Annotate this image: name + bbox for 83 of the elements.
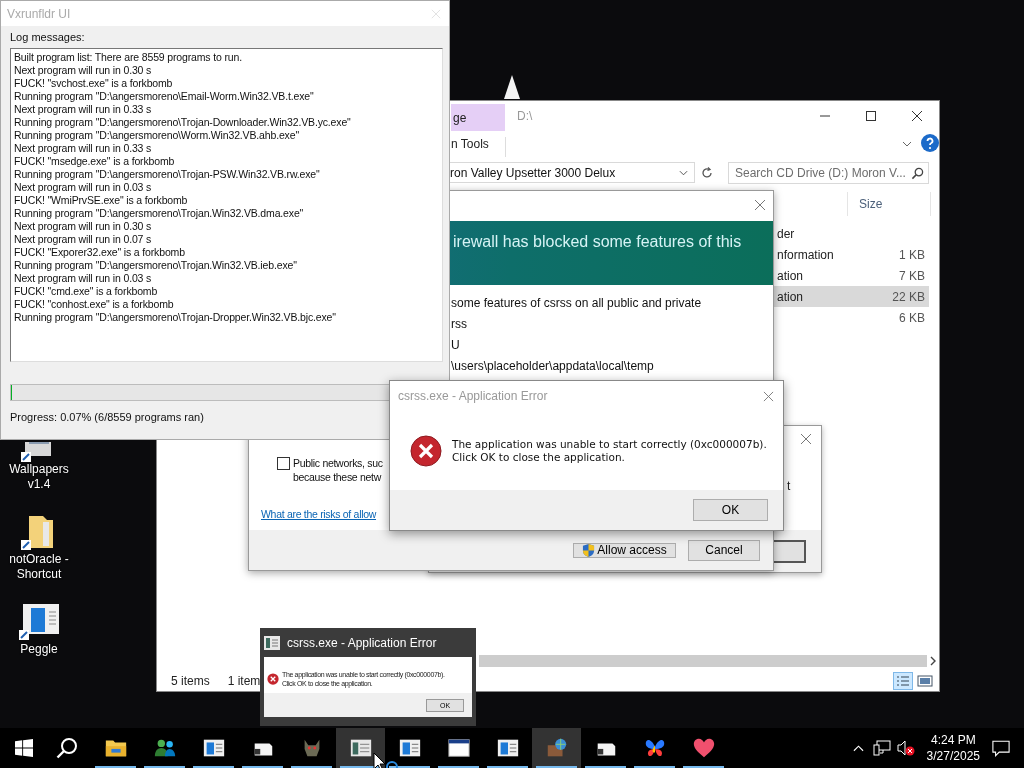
dialog-button[interactable]: Allow access xyxy=(573,542,676,558)
close-icon[interactable] xyxy=(911,110,923,122)
preview-title: csrss.exe - Application Error xyxy=(287,635,437,650)
log-line: FUCK! "WmiPrvSE.exe" is a forkbomb xyxy=(14,194,189,207)
dialog-button[interactable]: Cancel xyxy=(688,539,760,561)
log-line: Next program will run in 0.30 s xyxy=(14,64,153,77)
file-row[interactable]: nformation 1 KB xyxy=(773,244,929,265)
desktop-icon[interactable]: notOracle - Shortcut xyxy=(0,512,78,582)
window-title: D:\ xyxy=(517,109,533,123)
chevron-icon[interactable] xyxy=(902,141,912,147)
file-row[interactable]: ation 22 KB xyxy=(773,286,929,307)
notification-icon[interactable] xyxy=(992,739,1010,757)
search-icon[interactable] xyxy=(56,737,78,759)
file-row[interactable]: der xyxy=(773,223,929,244)
log-line: FUCK! "svchost.exe" is a forkbomb xyxy=(14,77,174,90)
checkbox-label: Public networks, suc xyxy=(293,456,383,470)
dialog-heading: irewall has blocked some features of this xyxy=(453,233,742,250)
dialog-text: some features of csrss on all public and private xyxy=(451,296,702,310)
column-header[interactable]: Size xyxy=(848,197,883,211)
search-icon xyxy=(911,166,924,180)
status-text: 1 item xyxy=(227,674,261,688)
maximize-icon[interactable] xyxy=(865,110,877,122)
address-bar[interactable]: ron Valley Upsetter 3000 Delux xyxy=(447,162,695,183)
dialog-title: csrss.exe - Application Error xyxy=(398,389,548,403)
taskbar-app[interactable] xyxy=(336,728,385,768)
log-line: Next program will run in 0.07 s xyxy=(14,233,153,246)
log-line: Running program "D:\angersmoreno\Trojan-PSW.Win32.VB.rw.exe" xyxy=(14,168,321,181)
caret-icon[interactable] xyxy=(679,169,688,176)
network-icon[interactable] xyxy=(872,740,891,756)
log-line: Running program "D:\angersmoreno\Trojan-Downloader.Win32.VB.yc.exe" xyxy=(14,116,352,129)
log-line: Running program "D:\angersmoreno\Worm.Win32.VB.ahb.exe" xyxy=(14,129,300,142)
error-icon xyxy=(267,673,279,685)
log-line: FUCK! "cmd.exe" is a forkbomb xyxy=(14,285,159,298)
progress-text: Progress: 0.07% (6/8559 programs ran) xyxy=(10,411,205,423)
log-line: Built program list: There are 8559 programs to run. xyxy=(14,51,243,64)
log-line: Next program will run in 0.03 s xyxy=(14,181,153,194)
help-icon[interactable] xyxy=(921,134,939,152)
ribbon-tab[interactable]: ge xyxy=(451,104,505,131)
checkbox[interactable] xyxy=(277,457,290,470)
dialog-text: t xyxy=(787,479,791,493)
dialog-text: U xyxy=(451,338,461,352)
log-line: FUCK! "msedge.exe" is a forkbomb xyxy=(14,155,176,168)
file-row[interactable]: 6 KB xyxy=(773,307,929,328)
ok-button[interactable]: OK xyxy=(693,499,768,521)
log-label: Log messages: xyxy=(10,31,86,43)
ribbon-group-label: n Tools xyxy=(451,137,506,157)
start-icon[interactable] xyxy=(15,739,33,757)
log-line: Next program will run in 0.30 s xyxy=(14,220,153,233)
chevron-up-icon[interactable] xyxy=(852,744,864,752)
search-field[interactable]: Search CD Drive (D:) Moron V... xyxy=(728,162,929,184)
file-row[interactable]: ation 7 KB xyxy=(773,265,929,286)
app-window-icon xyxy=(264,635,280,650)
error-message: Click OK to close the application. xyxy=(452,450,626,464)
log-line: Running program "D:\angersmoreno\Trojan.Win32.VB.dma.exe" xyxy=(14,207,305,220)
scroll-right-icon[interactable] xyxy=(930,656,936,666)
window-icon xyxy=(446,736,471,760)
window-title: Vxrunfldr UI xyxy=(7,6,71,21)
app-window-icon xyxy=(19,602,59,642)
dialog-text: rss xyxy=(451,317,468,331)
checkbox-label: because these netw xyxy=(293,470,383,484)
clock[interactable]: 4:24 PM 3/27/2025 xyxy=(926,732,980,764)
error-message: The application was unable to start correctly (0xc000007b). xyxy=(452,437,767,451)
volume-muted-icon[interactable] xyxy=(896,740,915,756)
help-link[interactable]: What are the risks of allow xyxy=(261,508,377,520)
log-line: Running program "D:\angersmoreno\Trojan.Win32.VB.ieb.exe" xyxy=(14,259,298,272)
heart-icon xyxy=(691,736,716,760)
shield-icon xyxy=(582,542,596,558)
refresh-icon[interactable] xyxy=(700,166,714,180)
dialog-text: \users\placeholder\appdata\local\temp xyxy=(451,359,655,373)
log-line: Running program "D:\angersmoreno\Email-Worm.Win32.VB.t.exe" xyxy=(14,90,315,103)
log-line: Next program will run in 0.33 s xyxy=(14,142,153,155)
log-line: Running program "D:\angersmoreno\Trojan-Dropper.Win32.VB.bjc.exe" xyxy=(14,311,337,324)
log-line: Next program will run in 0.03 s xyxy=(14,272,153,285)
log-listbox[interactable] xyxy=(10,48,443,362)
desktop-icon[interactable]: Peggle xyxy=(0,602,78,657)
log-line: Next program will run in 0.33 s xyxy=(14,103,153,116)
taskbar-app[interactable] xyxy=(532,728,581,768)
error-icon xyxy=(410,434,442,467)
status-text: 5 items xyxy=(171,674,210,688)
log-line: FUCK! "Exporer32.exe" is a forkbomb xyxy=(14,246,186,259)
preview-view-icon[interactable] xyxy=(917,674,933,688)
horizontal-scrollbar[interactable] xyxy=(479,655,927,667)
log-line: FUCK! "conhost.exe" is a forkbomb xyxy=(14,298,175,311)
